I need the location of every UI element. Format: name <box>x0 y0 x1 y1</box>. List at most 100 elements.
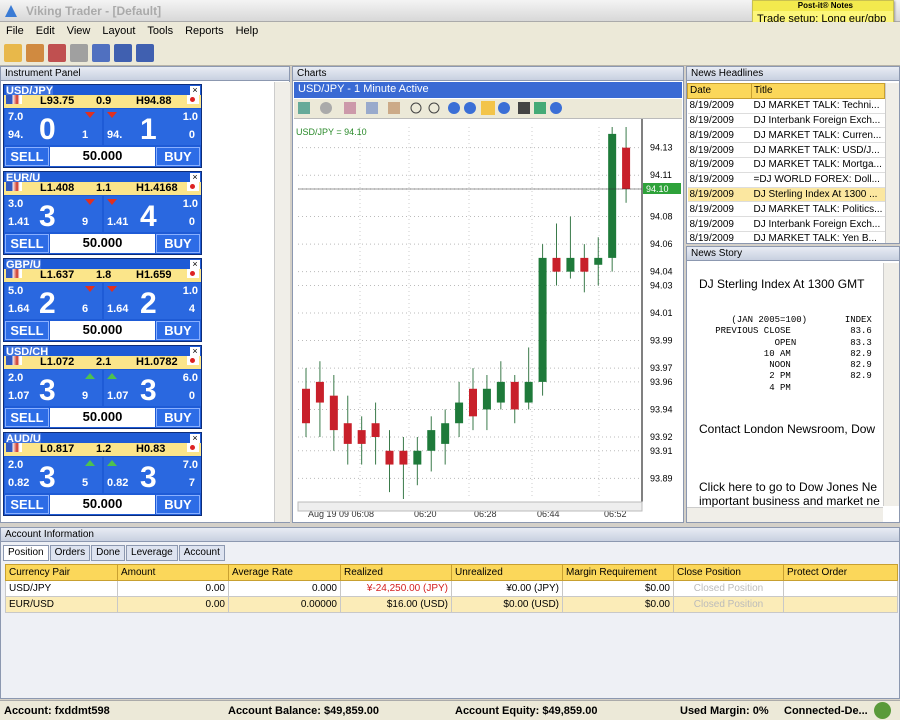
buy-button[interactable]: BUY <box>156 495 200 514</box>
buy-button[interactable]: BUY <box>156 321 200 340</box>
status-margin: Used Margin: 0% <box>680 705 769 717</box>
ask-quote[interactable]: 1.0 1.64 2 4 <box>104 283 201 319</box>
book-icon[interactable] <box>92 44 110 62</box>
col-realized[interactable]: Realized <box>340 564 452 581</box>
news-row[interactable]: 8/19/2009 DJ Sterling Index At 1300 ... <box>687 187 885 203</box>
cell-margin: $0.00 <box>562 580 674 597</box>
story-link[interactable]: Click here to go to Dow Jones Ne importan… <box>699 480 880 508</box>
bid-quote[interactable]: 2.0 1.07 3 9 <box>5 370 102 406</box>
close-position-button[interactable]: Closed Position <box>673 596 784 613</box>
menu-layout[interactable]: Layout <box>96 22 141 37</box>
menu-reports[interactable]: Reports <box>179 22 230 37</box>
menu-file[interactable]: File <box>0 22 30 37</box>
chart-icon[interactable] <box>48 44 66 62</box>
news-headlines-panel: News Headlines Date Title 8/19/2009 DJ MAR… <box>686 66 900 247</box>
news-row[interactable]: 8/19/2009 DJ MARKET TALK: Politics... <box>687 201 885 218</box>
news-col-date[interactable]: Date <box>687 83 752 99</box>
ask-quote[interactable]: 6.0 1.07 3 0 <box>104 370 201 406</box>
spread-value: 1.1 <box>96 182 112 194</box>
sell-button[interactable]: SELL <box>5 408 49 427</box>
buy-button[interactable]: BUY <box>156 234 200 253</box>
bid-quote[interactable]: 7.0 94. 0 1 <box>5 109 102 145</box>
position-row[interactable]: USD/JPY 0.00 0.000 ¥-24,250.00 (JPY) ¥0.00 (… <box>5 580 898 597</box>
menu-bar: File Edit View Layout Tools Reports Help <box>0 22 900 42</box>
trade-row: SELL 50.000 BUY <box>4 407 201 428</box>
story-link-line1[interactable]: Click here to go to Dow Jones Ne <box>699 480 880 494</box>
news-col-title[interactable]: Title <box>751 83 885 99</box>
news-headline: DJ Sterling Index At 1300 ... <box>751 187 885 203</box>
arrow-up-icon <box>107 373 117 379</box>
news-row[interactable]: 8/19/2009 DJ MARKET TALK: Curren... <box>687 127 885 144</box>
bid-sub: 5 <box>82 477 89 489</box>
news-row[interactable]: 8/19/2009 DJ MARKET TALK: Mortga... <box>687 157 885 173</box>
bid-quote[interactable]: 3.0 1.41 3 9 <box>5 196 102 232</box>
book2-icon[interactable] <box>114 44 132 62</box>
ask-quote[interactable]: 7.0 0.82 3 7 <box>104 457 201 493</box>
news-scrollbar[interactable] <box>885 83 899 243</box>
bid-sub: 1 <box>82 129 89 141</box>
col-amount[interactable]: Amount <box>117 564 229 581</box>
news-row[interactable]: 8/19/2009 DJ MARKET TALK: Yen B... <box>687 231 885 247</box>
col-currency-pair[interactable]: Currency Pair <box>5 564 118 581</box>
tab-account[interactable]: Account <box>178 545 225 561</box>
news-row[interactable]: 8/19/2009 DJ Interbank Foreign Exch... <box>687 216 885 232</box>
news-row[interactable]: 8/19/2009 =DJ WORLD FOREX: Doll... <box>687 172 885 188</box>
pencil-icon[interactable] <box>4 44 22 62</box>
ask-quote[interactable]: 1.0 94. 1 0 <box>104 109 201 145</box>
col-close-position[interactable]: Close Position <box>673 564 784 581</box>
amount-input[interactable]: 50.000 <box>50 495 155 514</box>
book3-icon[interactable] <box>136 44 154 62</box>
sell-button[interactable]: SELL <box>5 321 49 340</box>
ask-quote[interactable]: 1.0 1.41 4 0 <box>104 196 201 232</box>
candle-body <box>455 402 464 424</box>
arrow-down-icon <box>107 199 117 205</box>
col-unrealized[interactable]: Unrealized <box>451 564 563 581</box>
menu-help[interactable]: Help <box>230 22 265 37</box>
cell-average-rate: 0.00000 <box>228 596 341 613</box>
sell-button[interactable]: SELL <box>5 495 49 514</box>
chart-toolbar-icons[interactable] <box>294 99 574 117</box>
news-date: 8/19/2009 <box>687 216 752 232</box>
tab-done[interactable]: Done <box>91 545 126 561</box>
col-protect-order[interactable]: Protect Order <box>783 564 898 581</box>
instrument-scrollbar[interactable] <box>274 82 290 522</box>
story-scrollbar[interactable] <box>883 263 899 506</box>
amount-input[interactable]: 50.000 <box>50 321 155 340</box>
buy-button[interactable]: BUY <box>156 147 200 166</box>
menu-tools[interactable]: Tools <box>141 22 179 37</box>
col-margin-requirement[interactable]: Margin Requirement <box>562 564 674 581</box>
position-row[interactable]: EUR/USD 0.00 0.00000 $16.00 (USD) $0.00 (USD… <box>5 596 898 613</box>
col-average-rate[interactable]: Average Rate <box>228 564 341 581</box>
news-row[interactable]: 8/19/2009 DJ MARKET TALK: Techni... <box>687 98 885 114</box>
flag-icon <box>187 269 199 278</box>
flag-icon <box>6 182 22 191</box>
candlestick-chart[interactable]: 94.13 94.11 94.10 94.08 94.06 94.04 94.03 94.01… <box>294 119 683 522</box>
bid-quote[interactable]: 2.0 0.82 3 5 <box>5 457 102 493</box>
story-link-line2[interactable]: important business and market ne <box>699 494 880 508</box>
buy-button[interactable]: BUY <box>156 408 200 427</box>
tab-orders[interactable]: Orders <box>49 545 91 561</box>
amount-input[interactable]: 50.000 <box>50 147 155 166</box>
trade-row: SELL 50.000 BUY <box>4 320 201 341</box>
gears-icon[interactable] <box>26 44 44 62</box>
sell-button[interactable]: SELL <box>5 234 49 253</box>
chart-tab[interactable]: USD/JPY - 1 Minute Active <box>294 82 682 98</box>
ask-big-digit: 4 <box>140 200 157 233</box>
bid-quote[interactable]: 5.0 1.64 2 6 <box>5 283 102 319</box>
ask-small: 1.0 <box>182 198 198 210</box>
news-row[interactable]: 8/19/2009 DJ MARKET TALK: USD/J... <box>687 142 885 158</box>
news-row[interactable]: 8/19/2009 DJ Interbank Foreign Exch... <box>687 113 885 129</box>
story-hscrollbar[interactable] <box>687 507 883 522</box>
settings-icon[interactable] <box>70 44 88 62</box>
candle-body <box>496 381 505 403</box>
amount-input[interactable]: 50.000 <box>50 234 155 253</box>
menu-view[interactable]: View <box>61 22 97 37</box>
sell-button[interactable]: SELL <box>5 147 49 166</box>
flag-icon <box>187 182 199 191</box>
tab-leverage[interactable]: Leverage <box>126 545 178 561</box>
menu-edit[interactable]: Edit <box>30 22 61 37</box>
bid-sub: 6 <box>82 303 89 315</box>
close-position-button[interactable]: Closed Position <box>673 580 784 597</box>
tab-position[interactable]: Position <box>3 545 49 561</box>
amount-input[interactable]: 50.000 <box>50 408 155 427</box>
